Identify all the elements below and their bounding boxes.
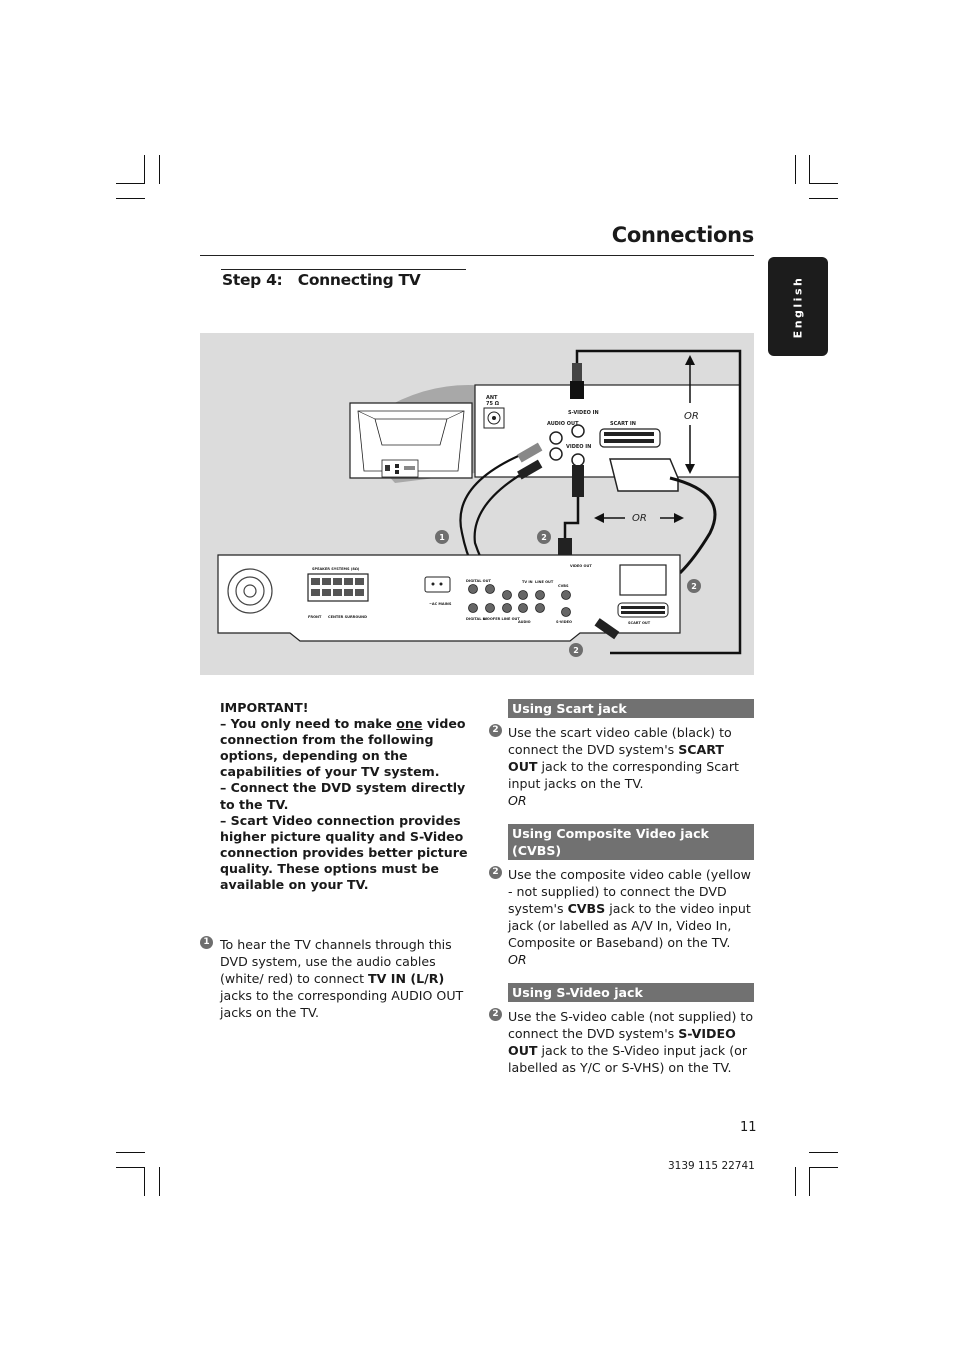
important-line-2: – Connect the DVD system directly to the… bbox=[220, 780, 466, 812]
callout-2b: 2 bbox=[687, 579, 701, 593]
section-scart-heading: Using Scart jack bbox=[508, 699, 754, 718]
line-out-label: LINE OUT bbox=[535, 580, 554, 584]
ac-mains-label: ~AC MAINS bbox=[429, 602, 452, 606]
s-video-in-label: S-VIDEO IN bbox=[568, 410, 599, 416]
center-surround-label: CENTER SURROUND bbox=[328, 615, 367, 619]
step-1-text: To hear the TV channels through this DVD… bbox=[220, 937, 464, 1020]
cvbs-label: CVBS bbox=[558, 584, 569, 588]
digital-out-label: DIGITAL OUT bbox=[466, 579, 491, 583]
section-svideo-text: Use the S-video cable (not supplied) to … bbox=[508, 1009, 754, 1075]
section-cvbs-text: Use the composite video cable (yellow - … bbox=[508, 867, 751, 967]
connection-diagram: ANT 75 Ω S-VIDEO IN AUDIO OUT VIDEO IN S… bbox=[200, 333, 754, 675]
scart-in-label: SCART IN bbox=[610, 421, 636, 427]
section-svideo-heading: Using S-Video jack bbox=[508, 983, 754, 1002]
document-code: 3139 115 22741 bbox=[668, 1160, 755, 1172]
section-cvbs-heading: Using Composite Video jack (CVBS) bbox=[508, 824, 754, 860]
s-video-label: S-VIDEO bbox=[556, 620, 572, 624]
video-in-label: VIDEO IN bbox=[566, 444, 591, 450]
callout-2c: 2 bbox=[569, 643, 583, 657]
page-title: Connections bbox=[611, 223, 755, 247]
tv-in-label: TV IN bbox=[522, 580, 533, 584]
front-label: FRONT bbox=[308, 615, 322, 619]
important-note: IMPORTANT! – You only need to make one v… bbox=[220, 700, 470, 893]
diagram-svg: ANT 75 Ω S-VIDEO IN AUDIO OUT VIDEO IN S… bbox=[217, 349, 742, 657]
language-tab: English bbox=[768, 257, 828, 356]
step-title: Step 4: Connecting TV bbox=[222, 271, 421, 289]
or-label-vertical: OR bbox=[684, 411, 699, 422]
audio-label: AUDIO bbox=[518, 620, 531, 624]
callout-1: 1 bbox=[435, 530, 449, 544]
language-tab-label: English bbox=[791, 275, 805, 338]
important-heading: IMPORTANT! bbox=[220, 700, 309, 715]
section-scart-bullet: 2 bbox=[489, 724, 502, 737]
video-out-label: VIDEO OUT bbox=[570, 564, 592, 568]
svg-text:1: 1 bbox=[439, 533, 445, 542]
page-number: 11 bbox=[740, 1120, 757, 1135]
step-1-bullet: 1 bbox=[200, 936, 213, 949]
section-cvbs-bullet: 2 bbox=[489, 866, 502, 879]
section-scart-text: Use the scart video cable (black) to con… bbox=[508, 725, 739, 808]
or-label-horizontal: OR bbox=[632, 513, 647, 524]
woofer-line-out-label: WOOFER LINE OUT bbox=[483, 617, 520, 621]
important-line-1: – You only need to make one video connec… bbox=[220, 716, 466, 780]
tv-illustration bbox=[349, 402, 473, 479]
svg-text:2: 2 bbox=[691, 582, 697, 591]
ant-ohm-label: 75 Ω bbox=[486, 401, 500, 407]
section-svideo-bullet: 2 bbox=[489, 1008, 502, 1021]
or-arrow-horizontal: OR bbox=[594, 513, 684, 524]
important-line-3: – Scart Video connection provides higher… bbox=[220, 812, 468, 893]
svg-text:2: 2 bbox=[541, 533, 547, 542]
step-rule bbox=[221, 269, 466, 270]
svg-text:2: 2 bbox=[573, 646, 579, 655]
callout-2a: 2 bbox=[537, 530, 551, 544]
title-rule bbox=[200, 255, 754, 256]
scart-out-label: SCART OUT bbox=[628, 621, 651, 625]
audio-out-label: AUDIO OUT bbox=[547, 421, 579, 427]
speaker-systems-label: SPEAKER SYSTEMS (8Ω) bbox=[312, 567, 360, 571]
tv-connection-panel: ANT 75 Ω S-VIDEO IN AUDIO OUT VIDEO IN S… bbox=[474, 384, 741, 478]
